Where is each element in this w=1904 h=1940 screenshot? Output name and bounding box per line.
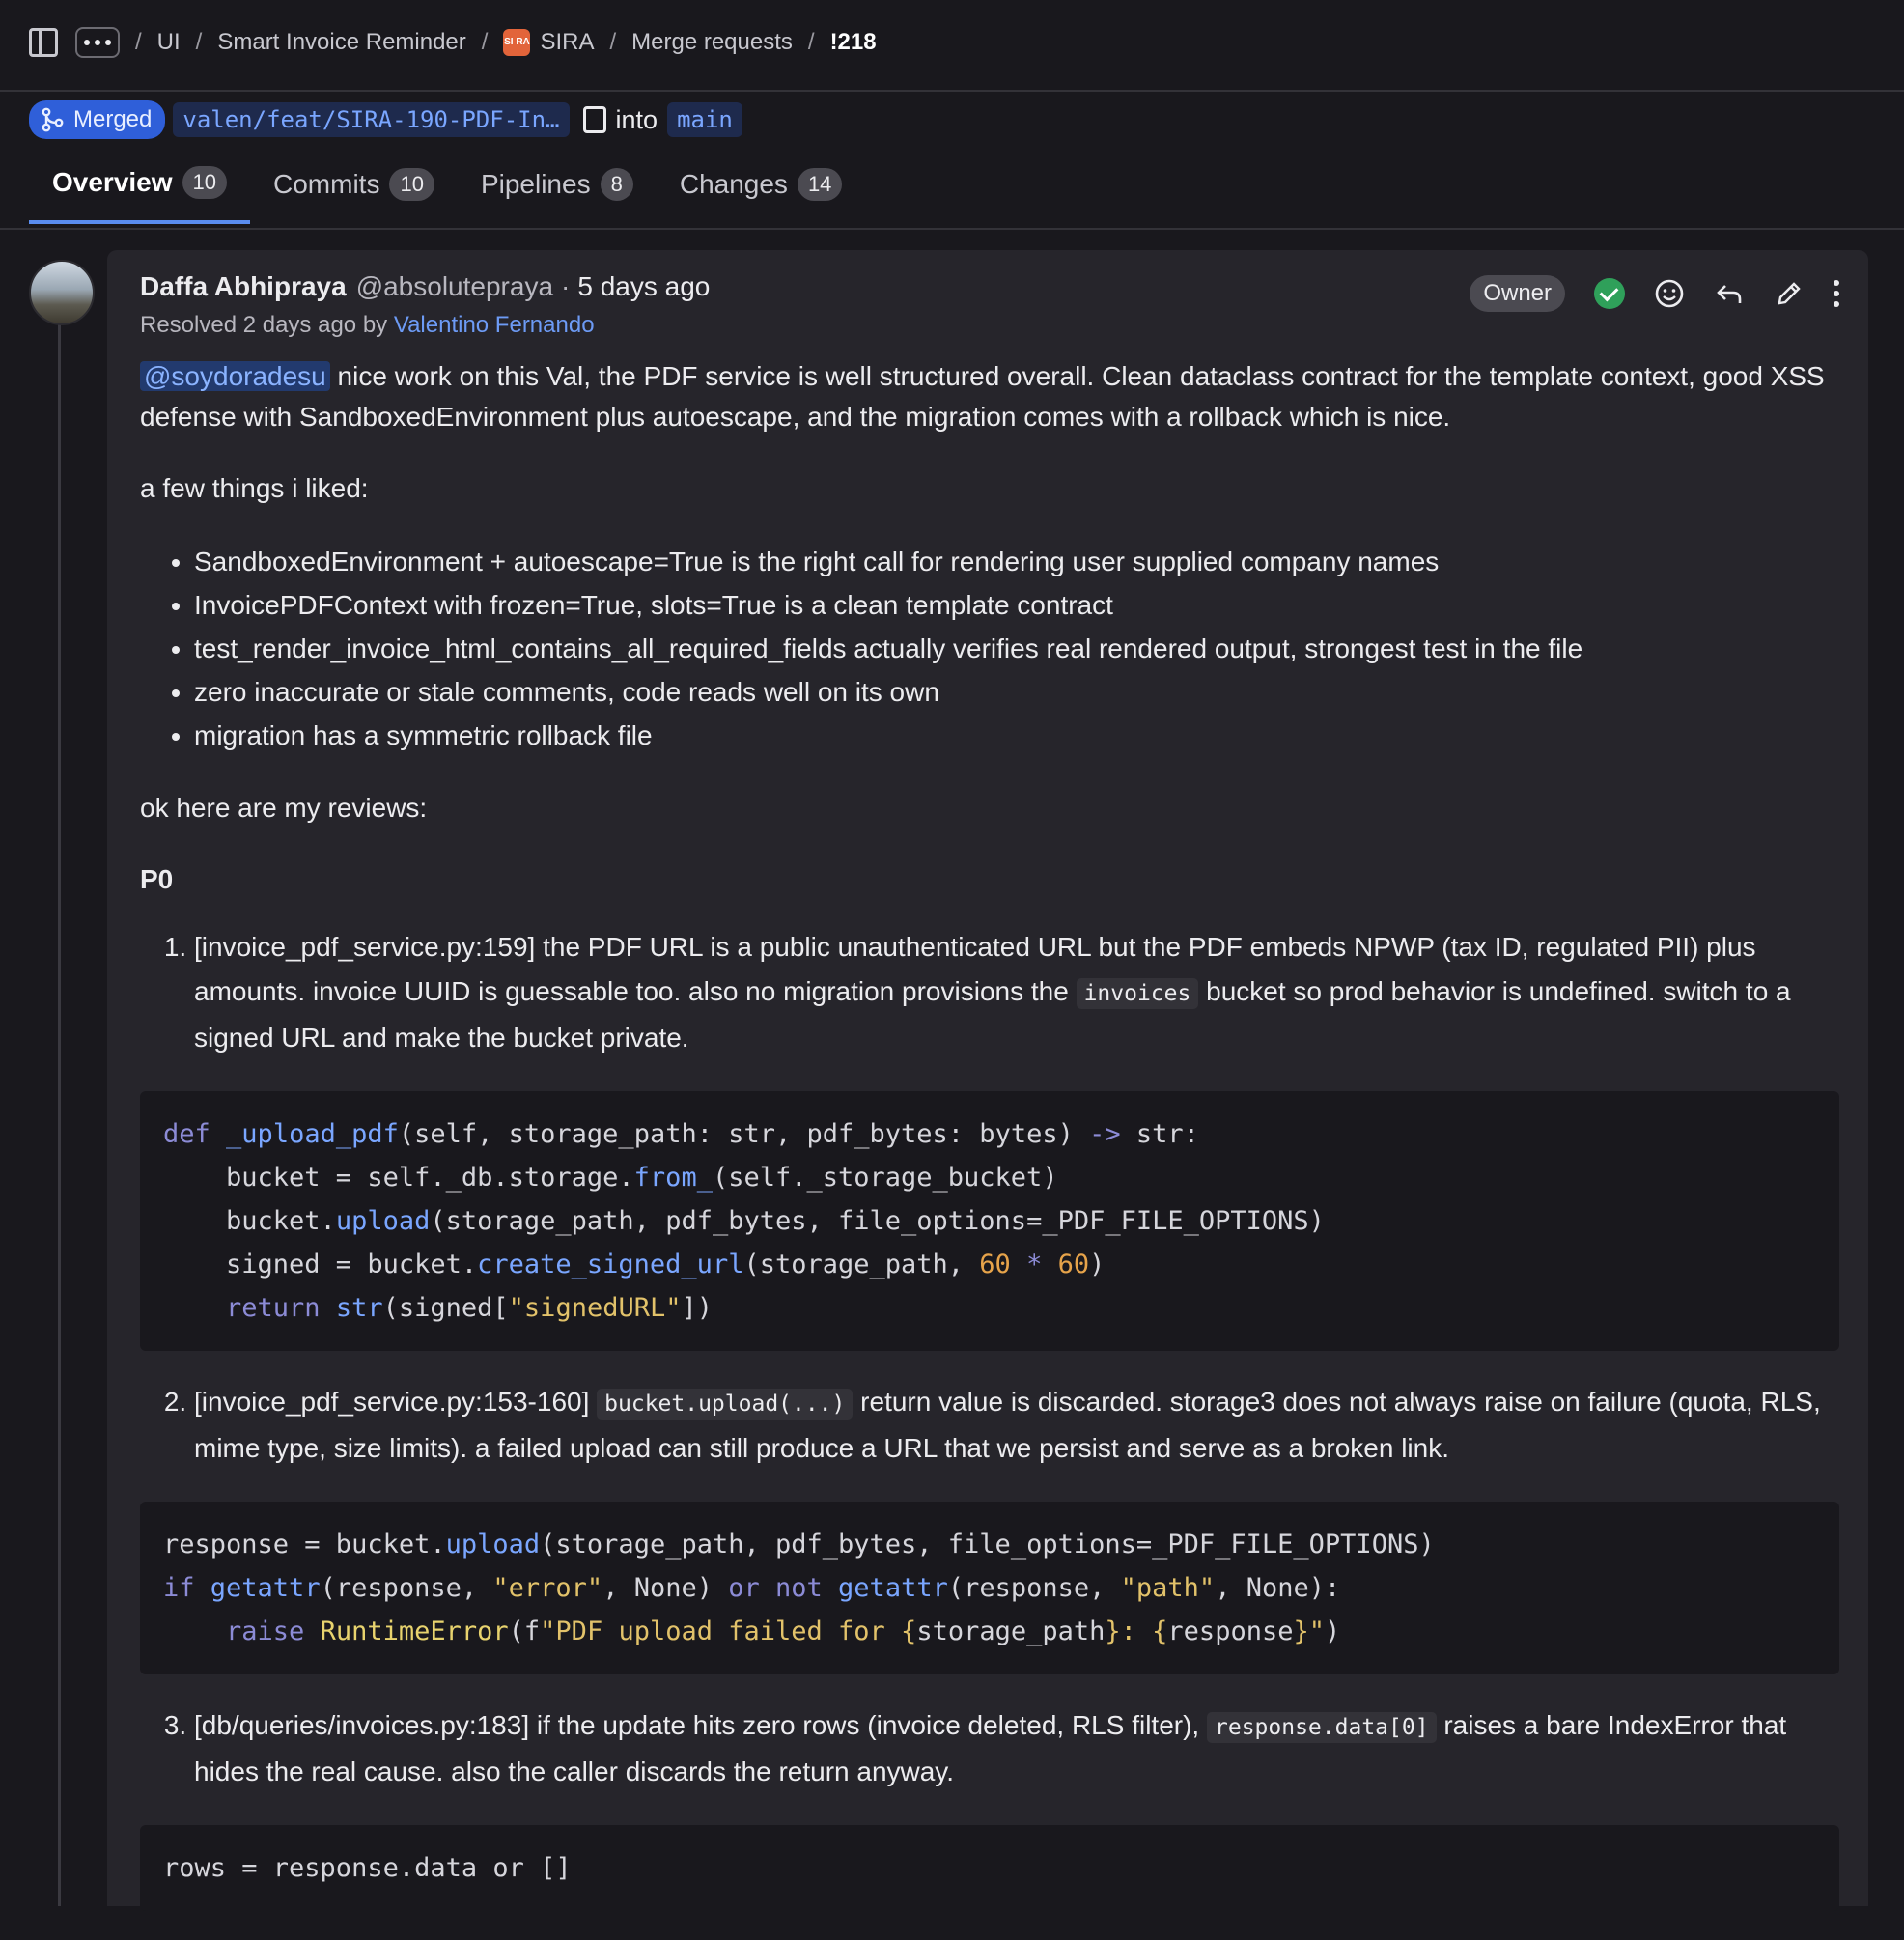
tab-overview[interactable]: Overview 10 bbox=[29, 162, 251, 224]
breadcrumb-separator: / bbox=[135, 29, 142, 55]
tab-label: Changes bbox=[679, 169, 788, 199]
tab-label: Overview bbox=[52, 167, 173, 197]
breadcrumb-item-subgroup[interactable]: Smart Invoice Reminder bbox=[217, 29, 465, 56]
breadcrumb-item-merge-requests[interactable]: Merge requests bbox=[631, 29, 793, 56]
sidebar-toggle-icon[interactable] bbox=[29, 28, 58, 57]
breadcrumb-item-project[interactable]: SIRA bbox=[540, 29, 594, 56]
liked-heading: a few things i liked: bbox=[140, 473, 369, 503]
resolved-status: Resolved 2 days ago by Valentino Fernand… bbox=[140, 312, 1839, 339]
tab-commits[interactable]: Commits 10 bbox=[250, 162, 458, 224]
merged-status-label: Merged bbox=[73, 106, 153, 132]
code-block: def _upload_pdf(self, storage_path: str,… bbox=[140, 1091, 1839, 1351]
tab-count-badge: 8 bbox=[600, 168, 633, 201]
tab-count-badge: 10 bbox=[182, 166, 228, 199]
mr-tabs: Overview 10 Commits 10 Pipelines 8 Chang… bbox=[29, 162, 865, 224]
code-block: response = bucket.upload(storage_path, p… bbox=[140, 1502, 1839, 1674]
list-item: SandboxedEnvironment + autoescape=True i… bbox=[194, 540, 1839, 583]
tabs-divider bbox=[0, 228, 1904, 230]
comment-author-handle[interactable]: @absolutepraya bbox=[356, 271, 553, 302]
intro-text: nice work on this Val, the PDF service i… bbox=[140, 361, 1825, 432]
review-item: [db/queries/invoices.py:183] if the upda… bbox=[194, 1703, 1839, 1794]
breadcrumb-separator: / bbox=[807, 29, 815, 55]
breadcrumb-item-group[interactable]: UI bbox=[157, 29, 181, 56]
comment-card: Daffa Abhipraya @absolutepraya · 5 days … bbox=[107, 250, 1868, 1911]
inline-code: bucket.upload(...) bbox=[597, 1389, 854, 1420]
merge-icon bbox=[42, 107, 64, 132]
target-branch[interactable]: main bbox=[667, 102, 742, 137]
list-item: InvoicePDFContext with frozen=True, slot… bbox=[194, 583, 1839, 627]
list-item: migration has a symmetric rollback file bbox=[194, 714, 1839, 757]
header-dot: · bbox=[561, 271, 571, 301]
mr-status-row: Merged valen/feat/SIRA-190-PDF-In… into … bbox=[29, 100, 742, 139]
project-avatar-icon: SI RA bbox=[503, 29, 531, 56]
tab-count-badge: 14 bbox=[797, 168, 843, 201]
tab-changes[interactable]: Changes 14 bbox=[657, 162, 866, 224]
inline-code: invoices bbox=[1076, 978, 1199, 1009]
more-actions-icon[interactable] bbox=[1834, 280, 1839, 307]
review-item: [invoice_pdf_service.py:159] the PDF URL… bbox=[194, 925, 1839, 1060]
into-label: into bbox=[615, 104, 658, 134]
intro-paragraph: @soydoradesu nice work on this Val, the … bbox=[140, 356, 1839, 437]
add-reaction-icon[interactable] bbox=[1654, 278, 1685, 309]
user-mention[interactable]: @soydoradesu bbox=[140, 361, 330, 391]
tab-label: Commits bbox=[273, 169, 380, 199]
discussion-timeline-line bbox=[58, 319, 61, 1906]
resolved-by-link[interactable]: Valentino Fernando bbox=[394, 312, 595, 338]
reviews-heading: ok here are my reviews: bbox=[140, 793, 428, 823]
review-item: [invoice_pdf_service.py:153-160] bucket.… bbox=[194, 1380, 1839, 1471]
top-bar: / UI / Smart Invoice Reminder / SI RA SI… bbox=[0, 0, 1904, 92]
comment-author[interactable]: Daffa Abhipraya bbox=[140, 271, 347, 302]
review-text: [invoice_pdf_service.py:153-160] bbox=[194, 1387, 598, 1417]
review-text: [db/queries/invoices.py:183] if the upda… bbox=[194, 1710, 1207, 1740]
comment-time[interactable]: 5 days ago bbox=[577, 271, 710, 302]
breadcrumb-separator: / bbox=[195, 29, 203, 55]
breadcrumb-item-mr[interactable]: !218 bbox=[830, 29, 877, 56]
breadcrumb-separator: / bbox=[609, 29, 617, 55]
reply-icon[interactable] bbox=[1714, 278, 1745, 309]
breadcrumb: / UI / Smart Invoice Reminder / SI RA SI… bbox=[29, 27, 877, 58]
breadcrumb-separator: / bbox=[481, 29, 489, 55]
breadcrumb-more-button[interactable] bbox=[75, 27, 120, 58]
list-item: test_render_invoice_html_contains_all_re… bbox=[194, 627, 1839, 670]
priority-heading: P0 bbox=[140, 864, 174, 894]
source-branch[interactable]: valen/feat/SIRA-190-PDF-In… bbox=[173, 102, 570, 137]
owner-badge: Owner bbox=[1470, 275, 1565, 312]
liked-list: SandboxedEnvironment + autoescape=True i… bbox=[140, 540, 1839, 757]
tab-label: Pipelines bbox=[480, 169, 591, 199]
merged-status-badge: Merged bbox=[29, 100, 166, 139]
inline-code: response.data[0] bbox=[1207, 1712, 1437, 1743]
resolved-prefix: Resolved 2 days ago by bbox=[140, 312, 388, 338]
list-item: zero inaccurate or stale comments, code … bbox=[194, 670, 1839, 714]
tab-count-badge: 10 bbox=[389, 168, 434, 201]
edit-pencil-icon[interactable] bbox=[1774, 278, 1805, 309]
resolved-check-icon[interactable] bbox=[1594, 278, 1625, 309]
code-block: rows = response.data or [] bbox=[140, 1825, 1839, 1911]
avatar[interactable] bbox=[29, 260, 95, 325]
comment-actions: Owner bbox=[1470, 275, 1839, 312]
comment-body: @soydoradesu nice work on this Val, the … bbox=[140, 356, 1839, 1911]
tab-pipelines[interactable]: Pipelines 8 bbox=[458, 162, 657, 224]
review-items: [invoice_pdf_service.py:159] the PDF URL… bbox=[140, 925, 1839, 1911]
copy-branch-icon[interactable] bbox=[582, 106, 606, 133]
